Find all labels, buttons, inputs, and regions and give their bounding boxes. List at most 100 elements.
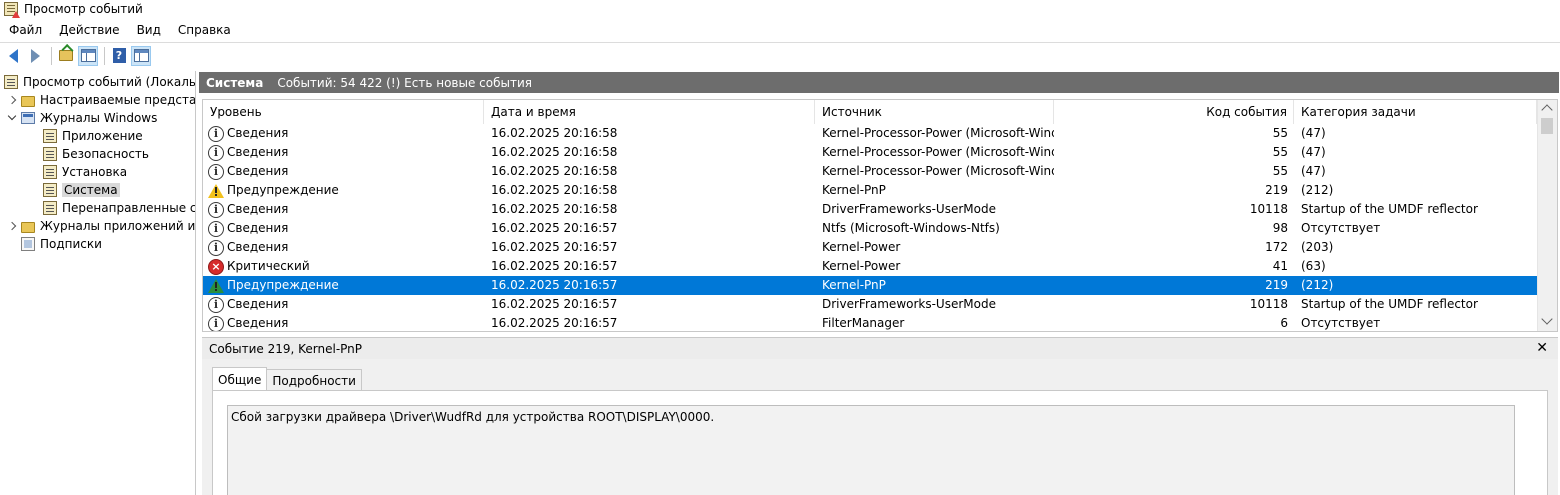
- table-row[interactable]: × Критический 16.02.2025 20:16:57 Kernel-Po…: [203, 257, 1537, 276]
- tree-security-log[interactable]: Безопасность: [43, 145, 149, 163]
- action-pane-button[interactable]: [131, 45, 151, 66]
- scroll-up-icon[interactable]: [1541, 104, 1553, 116]
- title-bar: Просмотр событий: [0, 0, 1560, 18]
- cell-task-category: Отсутствует: [1301, 316, 1381, 330]
- event-list-scrollbar[interactable]: [1537, 100, 1557, 331]
- tree-system-log-label: Система: [62, 183, 120, 197]
- cell-datetime: 16.02.2025 20:16:57: [491, 316, 618, 330]
- menu-action[interactable]: Действие: [50, 19, 127, 41]
- tree-windows-logs[interactable]: Журналы Windows: [7, 109, 157, 127]
- tree-setup-log[interactable]: Установка: [43, 163, 127, 181]
- tree-custom-views[interactable]: Настраиваемые представле: [7, 91, 196, 109]
- info-icon: i: [208, 201, 224, 218]
- cell-source: Kernel-Power: [822, 240, 901, 254]
- forward-button[interactable]: [25, 46, 45, 66]
- scroll-down-icon[interactable]: [1541, 313, 1553, 325]
- table-row[interactable]: i Сведения 16.02.2025 20:16:57 DriverFramew…: [203, 295, 1537, 314]
- window-title: Просмотр событий: [24, 2, 143, 16]
- column-header-task-category[interactable]: Категория задачи: [1294, 100, 1537, 124]
- menu-file[interactable]: Файл: [0, 19, 50, 41]
- table-row[interactable]: i Сведения 16.02.2025 20:16:58 Kernel-Proce…: [203, 143, 1537, 162]
- column-header-level[interactable]: Уровень: [203, 100, 484, 124]
- back-icon: [8, 48, 18, 63]
- level-label: Сведения: [227, 145, 289, 159]
- up-level-button[interactable]: [56, 46, 76, 66]
- table-row[interactable]: i Сведения 16.02.2025 20:16:57 Ntfs (Micros…: [203, 219, 1537, 238]
- tree-root-label: Просмотр событий (Локальны: [23, 75, 196, 89]
- menu-help[interactable]: Справка: [169, 19, 239, 41]
- tree-forwarded-log[interactable]: Перенаправленные соб: [43, 199, 195, 217]
- log-icon: [43, 165, 57, 179]
- table-row[interactable]: i Сведения 16.02.2025 20:16:58 DriverFramew…: [203, 200, 1537, 219]
- log-header-bar: Система Событий: 54 422 (!) Есть новые с…: [199, 72, 1559, 93]
- console-tree-icon: [80, 49, 96, 62]
- cell-task-category: (47): [1301, 145, 1326, 159]
- cell-datetime: 16.02.2025 20:16:58: [491, 126, 618, 140]
- cell-level: Предупреждение: [203, 276, 484, 295]
- cell-source: DriverFrameworks-UserMode: [822, 202, 996, 216]
- tree-custom-views-label: Настраиваемые представле: [40, 93, 196, 107]
- warning-icon: [208, 183, 224, 199]
- event-detail-pane: Общие Подробности Сбой загрузки драйвера…: [202, 359, 1558, 495]
- cell-task-category: (47): [1301, 126, 1326, 140]
- tree-system-log[interactable]: Система: [43, 181, 120, 199]
- column-header-source[interactable]: Источник: [815, 100, 1054, 124]
- tab-details[interactable]: Подробности: [266, 369, 362, 391]
- table-row[interactable]: i Сведения 16.02.2025 20:16:57 FilterManage…: [203, 314, 1537, 331]
- tree-app-services-logs[interactable]: Журналы приложений и сл: [7, 217, 195, 235]
- cell-level: i Сведения: [203, 295, 484, 314]
- console-tree: Просмотр событий (Локальны Настраиваемые…: [0, 71, 196, 495]
- cell-event-id: 98: [1272, 221, 1288, 235]
- tree-app-log[interactable]: Приложение: [43, 127, 143, 145]
- cell-source: Ntfs (Microsoft-Windows-Ntfs): [822, 221, 1000, 235]
- level-label: Критический: [227, 259, 310, 273]
- event-list[interactable]: Уровень Дата и время Источник Код событи…: [202, 99, 1558, 332]
- log-icon: [43, 201, 57, 215]
- cell-task-category: (212): [1301, 278, 1334, 292]
- cell-datetime: 16.02.2025 20:16:57: [491, 221, 618, 235]
- close-icon[interactable]: ✕: [1536, 341, 1548, 355]
- log-title: Система: [206, 75, 264, 90]
- tree-root[interactable]: Просмотр событий (Локальны: [4, 73, 196, 91]
- tree-app-log-label: Приложение: [62, 129, 143, 143]
- column-header-event-id[interactable]: Код события: [1054, 100, 1294, 124]
- tree-subscriptions[interactable]: Подписки: [21, 235, 102, 253]
- cell-task-category: Startup of the UMDF reflector: [1301, 297, 1478, 311]
- level-label: Сведения: [227, 316, 289, 330]
- scroll-thumb[interactable]: [1541, 118, 1553, 134]
- cell-source: Kernel-PnP: [822, 183, 886, 197]
- toolbar-separator: [104, 46, 105, 65]
- collapse-icon[interactable]: [7, 113, 17, 123]
- detail-tabs: Общие Подробности: [212, 367, 362, 391]
- menu-view[interactable]: Вид: [128, 19, 169, 41]
- critical-error-icon: ×: [208, 258, 224, 275]
- cell-event-id: 10118: [1249, 297, 1288, 311]
- info-icon: i: [208, 125, 224, 142]
- table-row[interactable]: i Сведения 16.02.2025 20:16:58 Kernel-Proce…: [203, 124, 1537, 143]
- cell-level: i Сведения: [203, 200, 484, 219]
- cell-task-category: (203): [1301, 240, 1334, 254]
- cell-level: i Сведения: [203, 162, 484, 181]
- event-message[interactable]: Сбой загрузки драйвера \Driver\WudfRd дл…: [227, 405, 1515, 495]
- cell-event-id: 219: [1265, 278, 1288, 292]
- expand-icon[interactable]: [7, 95, 17, 105]
- info-icon: i: [208, 163, 224, 180]
- table-row[interactable]: i Сведения 16.02.2025 20:16:57 Kernel-Power…: [203, 238, 1537, 257]
- cell-level: i Сведения: [203, 143, 484, 162]
- expand-icon[interactable]: [7, 221, 17, 231]
- table-row[interactable]: i Сведения 16.02.2025 20:16:58 Kernel-Proce…: [203, 162, 1537, 181]
- tree-subscriptions-label: Подписки: [40, 237, 102, 251]
- console-tree-button[interactable]: [78, 45, 98, 66]
- info-icon: i: [208, 144, 224, 161]
- table-row[interactable]: Предупреждение 16.02.2025 20:16:57 Kernel-…: [203, 276, 1537, 295]
- help-icon: ?: [112, 48, 126, 63]
- cell-task-category: Отсутствует: [1301, 221, 1381, 235]
- action-pane-icon: [133, 49, 149, 62]
- cell-event-id: 55: [1272, 145, 1288, 159]
- table-row[interactable]: Предупреждение 16.02.2025 20:16:58 Kernel-…: [203, 181, 1537, 200]
- back-button[interactable]: [3, 46, 23, 66]
- tab-general[interactable]: Общие: [212, 367, 268, 391]
- column-header-datetime[interactable]: Дата и время: [484, 100, 815, 124]
- help-button[interactable]: ?: [109, 46, 129, 66]
- cell-level: i Сведения: [203, 219, 484, 238]
